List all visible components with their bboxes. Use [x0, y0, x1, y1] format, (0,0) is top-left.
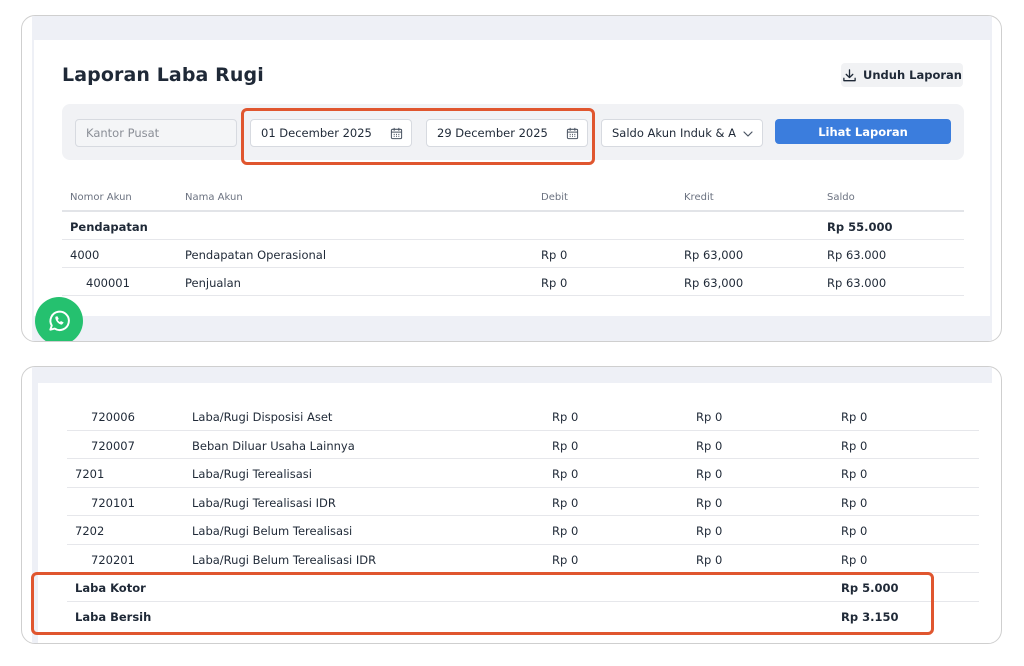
download-report-label: Unduh Laporan [863, 68, 962, 82]
account-number: 7201 [75, 467, 105, 481]
debit-value: Rp 0 [541, 248, 568, 262]
account-number: 7202 [75, 524, 105, 538]
table-row[interactable]: 4000 Pendapatan Operasional Rp 0 Rp 63,0… [62, 240, 964, 268]
column-header-balance: Saldo [827, 192, 855, 203]
profit-summary-highlight [31, 572, 934, 635]
account-number: 4000 [70, 248, 100, 262]
column-header-credit: Kredit [684, 192, 714, 203]
debit-value: Rp 0 [541, 276, 568, 290]
balance-value: Rp 0 [841, 438, 868, 453]
credit-value: Rp 0 [696, 552, 723, 567]
balance-value: Rp 0 [841, 524, 868, 538]
branch-value: Kantor Pusat [86, 126, 160, 140]
debit-value: Rp 0 [552, 438, 579, 453]
page-title: Laporan Laba Rugi [62, 64, 264, 86]
view-report-button[interactable]: Lihat Laporan [775, 119, 951, 144]
credit-value: Rp 63,000 [684, 248, 744, 262]
account-name: Laba/Rugi Belum Terealisasi [192, 524, 353, 538]
column-header-debit: Debit [541, 192, 568, 203]
debit-value: Rp 0 [552, 495, 579, 510]
debit-value: Rp 0 [552, 524, 579, 538]
balance-value: Rp 0 [841, 495, 868, 510]
report-summary-panel: 720006 Laba/Rugi Disposisi Aset Rp 0 Rp … [21, 366, 1002, 644]
credit-value: Rp 0 [696, 495, 723, 510]
download-report-button[interactable]: Unduh Laporan [841, 63, 963, 87]
table-row[interactable]: 400001 Penjualan Rp 0 Rp 63,000 Rp 63.00… [62, 268, 964, 296]
account-number: 400001 [86, 276, 130, 290]
column-header-account-name: Nama Akun [185, 192, 243, 203]
chevron-down-icon [743, 131, 753, 137]
credit-value: Rp 0 [696, 524, 723, 538]
account-number: 720007 [91, 438, 135, 453]
account-number: 720201 [91, 552, 135, 567]
section-total: Rp 55.000 [827, 220, 893, 234]
branch-field[interactable]: Kantor Pusat [75, 119, 237, 147]
account-name: Penjualan [185, 276, 241, 290]
debit-value: Rp 0 [552, 467, 579, 481]
report-header-panel: Laporan Laba Rugi Unduh Laporan Kantor P… [21, 15, 1002, 342]
debit-value: Rp 0 [552, 552, 579, 567]
account-number: 720006 [91, 410, 135, 424]
debit-value: Rp 0 [552, 410, 579, 424]
account-name: Laba/Rugi Terealisasi [192, 467, 312, 481]
table-row[interactable]: 720007 Beban Diluar Usaha Lainnya Rp 0 R… [67, 431, 979, 459]
balance-mode-select[interactable]: Saldo Akun Induk & Anc [601, 119, 763, 147]
date-range-highlight [241, 108, 595, 165]
credit-value: Rp 0 [696, 438, 723, 453]
whatsapp-icon [49, 310, 70, 332]
account-name: Pendapatan Operasional [185, 248, 327, 262]
balance-value: Rp 0 [841, 552, 868, 567]
table-row[interactable]: 7202 Laba/Rugi Belum Terealisasi Rp 0 Rp… [67, 516, 979, 545]
account-name: Beban Diluar Usaha Lainnya [192, 438, 355, 453]
column-header-account-number: Nomor Akun [70, 192, 132, 203]
account-name: Laba/Rugi Belum Terealisasi IDR [192, 552, 377, 567]
table-row[interactable]: 720101 Laba/Rugi Terealisasi IDR Rp 0 Rp… [67, 488, 979, 516]
table-row[interactable]: 720201 Laba/Rugi Belum Terealisasi IDR R… [67, 545, 979, 573]
credit-value: Rp 0 [696, 467, 723, 481]
account-number: 720101 [91, 495, 135, 510]
section-row: Pendapatan Rp 55.000 [62, 212, 964, 240]
balance-value: Rp 0 [841, 467, 868, 481]
download-icon [843, 68, 856, 81]
account-name: Laba/Rugi Terealisasi IDR [192, 495, 336, 510]
balance-mode-value: Saldo Akun Induk & Anc [612, 126, 736, 140]
credit-value: Rp 63,000 [684, 276, 744, 290]
whatsapp-chat-button[interactable] [35, 297, 83, 341]
credit-value: Rp 0 [696, 410, 723, 424]
section-label: Pendapatan [70, 220, 148, 234]
table-row[interactable]: 720006 Laba/Rugi Disposisi Aset Rp 0 Rp … [67, 402, 979, 431]
balance-value: Rp 0 [841, 410, 868, 424]
balance-value: Rp 63.000 [827, 248, 887, 262]
balance-value: Rp 63.000 [827, 276, 887, 290]
table-row[interactable]: 7201 Laba/Rugi Terealisasi Rp 0 Rp 0 Rp … [67, 459, 979, 488]
account-name: Laba/Rugi Disposisi Aset [192, 410, 333, 424]
